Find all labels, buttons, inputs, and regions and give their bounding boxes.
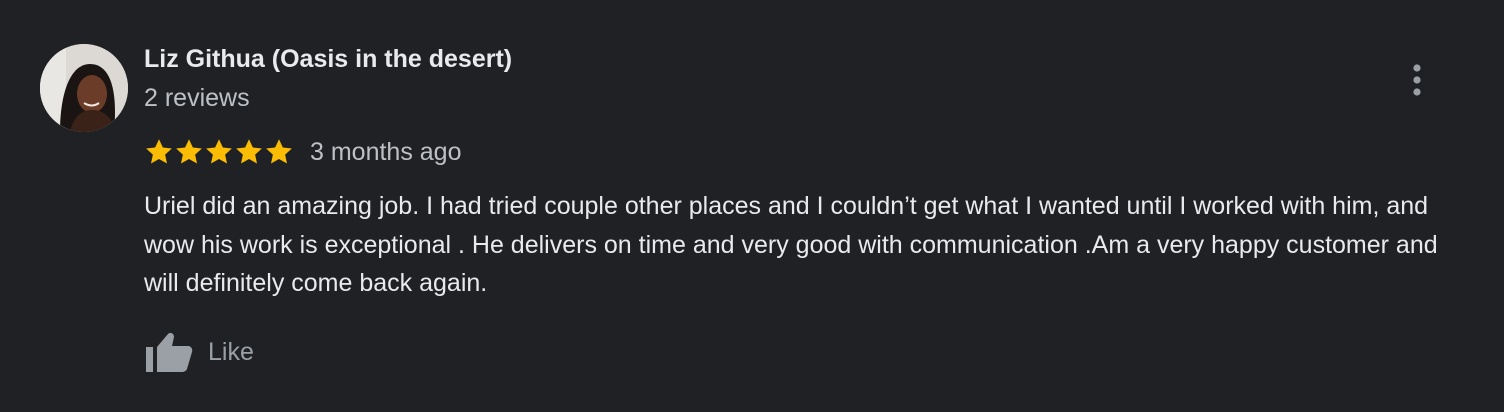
avatar[interactable] (40, 44, 128, 132)
star-icon (146, 139, 172, 164)
like-button[interactable]: Like (144, 330, 254, 374)
star-icon (236, 139, 262, 164)
like-label: Like (208, 337, 254, 366)
review-count[interactable]: 2 reviews (144, 84, 250, 113)
star-rating (144, 137, 294, 167)
avatar-image (40, 44, 128, 132)
review-time: 3 months ago (310, 137, 462, 166)
star-icon (206, 139, 232, 164)
review-text: Uriel did an amazing job. I had tried co… (144, 192, 1438, 297)
more-vertical-icon (1413, 64, 1421, 96)
rating-row: 3 months ago (144, 134, 462, 170)
author-name[interactable]: Liz Githua (Oasis in the desert) (144, 45, 512, 74)
review-card: Liz Githua (Oasis in the desert) 2 revie… (0, 0, 1504, 412)
star-icon (266, 139, 292, 164)
more-options-button[interactable] (1398, 58, 1436, 102)
thumbs-up-icon (146, 333, 193, 372)
star-icon (176, 139, 202, 164)
